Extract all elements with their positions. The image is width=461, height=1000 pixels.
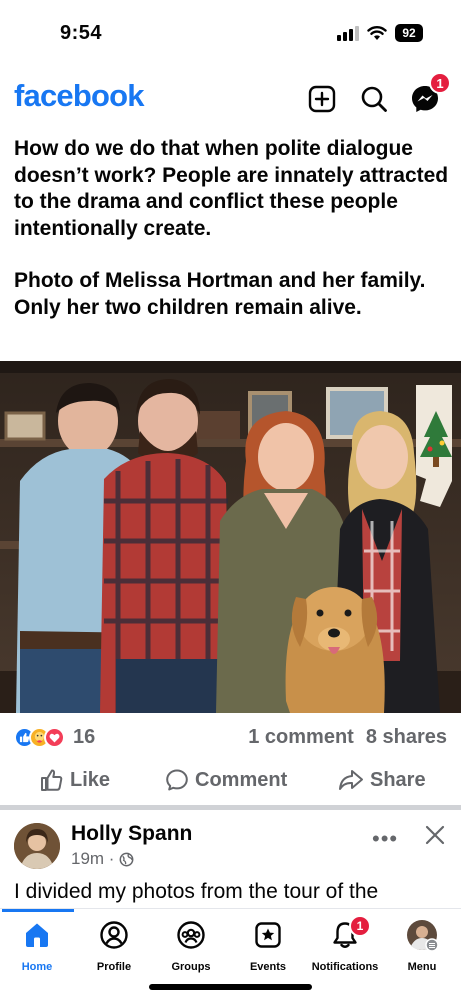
post-photo[interactable] [0, 361, 461, 713]
tab-profile[interactable]: Profile [74, 919, 154, 973]
post-actions: Like Comment Share [0, 762, 461, 802]
tab-menu[interactable]: Menu [382, 919, 461, 973]
globe-icon [120, 852, 134, 866]
post-paragraph: Photo of Melissa Hortman and her family.… [14, 269, 426, 319]
share-arrow-icon [339, 770, 363, 790]
groups-icon [177, 921, 205, 949]
comments-count-link[interactable]: 1 comment [248, 726, 354, 749]
tab-groups[interactable]: Groups [151, 919, 231, 973]
tab-label: Notifications [311, 961, 379, 973]
comment-bubble-icon [166, 769, 188, 791]
create-button[interactable] [305, 82, 339, 116]
tab-home[interactable]: Home [0, 919, 77, 973]
comment-button[interactable]: Comment [165, 768, 287, 792]
tab-label: Home [21, 961, 53, 973]
post-paragraph: How do we do that when polite dialogue d… [14, 137, 449, 240]
wifi-icon [367, 26, 387, 40]
engagement-summary: 1 comment 8 shares [248, 726, 447, 749]
share-label: Share [370, 768, 426, 791]
status-bar: 9:54 92 [0, 0, 461, 64]
home-icon [26, 923, 48, 947]
shares-count-link[interactable]: 8 shares [366, 726, 447, 749]
tab-events[interactable]: Events [228, 919, 308, 973]
more-options-button[interactable]: ••• [372, 826, 398, 852]
search-button[interactable] [357, 82, 391, 116]
avatar[interactable] [14, 823, 60, 869]
feed-separator [0, 805, 461, 810]
menu-avatar-icon [407, 920, 438, 951]
reaction-count: 16 [73, 726, 96, 748]
facebook-logo[interactable]: facebook [14, 78, 145, 114]
reactions-summary[interactable]: 16 [14, 726, 95, 749]
comment-label: Comment [195, 768, 288, 791]
app-header: facebook [0, 76, 461, 124]
tab-notifications[interactable]: 1 Notifications [305, 915, 385, 973]
tab-label: Menu [407, 961, 437, 973]
create-plus-icon [308, 85, 336, 113]
profile-icon [100, 921, 128, 949]
family-photo [0, 361, 461, 713]
tab-label: Profile [96, 961, 132, 973]
hide-post-button[interactable] [424, 824, 446, 846]
reaction-icons [14, 727, 65, 748]
messenger-badge: 1 [429, 72, 451, 94]
notifications-badge: 1 [349, 915, 371, 937]
post-text: How do we do that when polite dialogue d… [14, 136, 449, 321]
share-button[interactable]: Share [338, 768, 426, 792]
status-time: 9:54 [60, 22, 103, 44]
post-author-name[interactable]: Holly Spann [71, 822, 192, 846]
next-post-text: I divided my photos from the tour of the [14, 880, 379, 903]
love-reaction-icon [44, 727, 65, 748]
home-indicator[interactable] [149, 984, 312, 990]
thumbs-up-icon [41, 769, 63, 791]
status-icons: 92 [337, 24, 423, 42]
tab-label: Events [249, 961, 287, 973]
battery-icon: 92 [395, 24, 423, 42]
tab-label: Groups [171, 961, 211, 973]
like-label: Like [70, 768, 111, 791]
search-icon [361, 86, 387, 112]
active-tab-indicator [2, 909, 74, 912]
like-button[interactable]: Like [40, 768, 110, 792]
post-time[interactable]: 19m · [71, 849, 114, 869]
post-meta: 19m · [71, 849, 134, 869]
close-icon [425, 825, 445, 845]
cellular-signal-icon [337, 25, 359, 41]
events-icon [255, 922, 281, 948]
